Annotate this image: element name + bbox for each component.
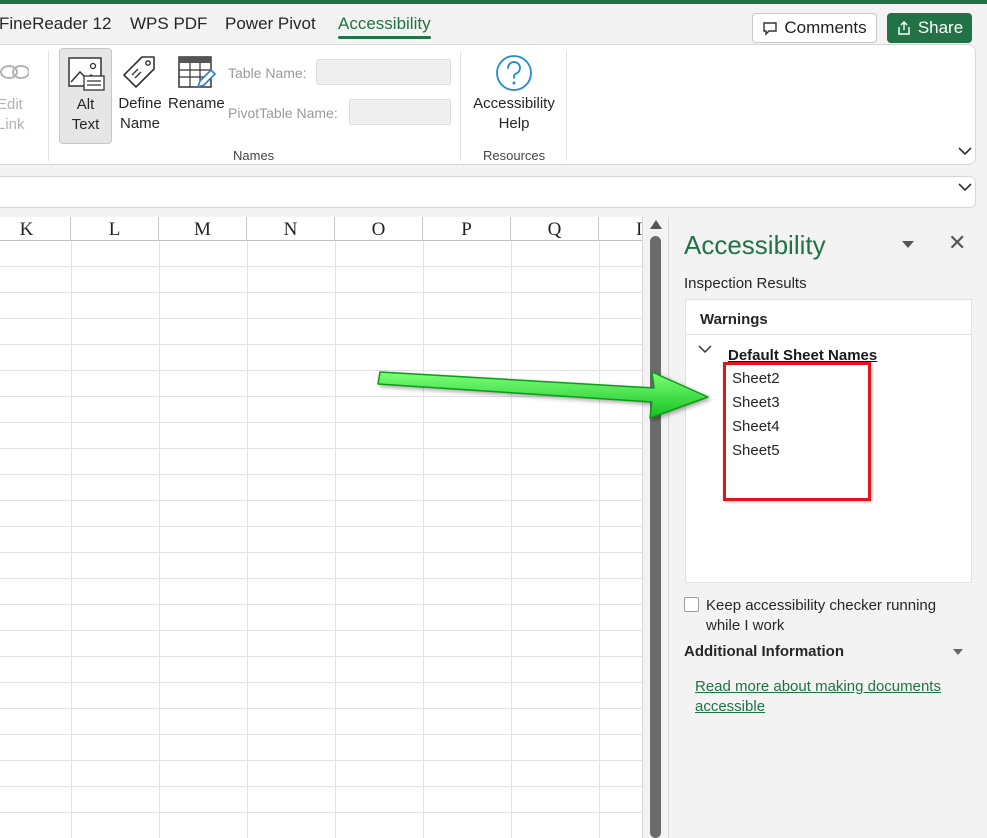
column-header-m[interactable]: M (159, 217, 247, 241)
accessibility-pane: Accessibility ✕ Inspection Results Warni… (668, 217, 987, 838)
annotation-highlight-box (723, 362, 871, 501)
table-rename-icon (178, 56, 216, 89)
cell-area[interactable] (0, 241, 642, 838)
divider (686, 334, 971, 335)
column-header-n[interactable]: N (247, 217, 335, 241)
accessibility-help-label-1: Accessibility (473, 95, 555, 112)
edit-link-button[interactable]: Edit Link (0, 55, 37, 135)
ribbon-separator (566, 51, 567, 161)
ribbon: Edit Link Alt Text Define Name Rename Ta… (0, 44, 976, 165)
alt-text-icon (67, 57, 105, 91)
read-more-link[interactable]: Read more about making documents accessi… (695, 677, 957, 717)
share-label: Share (917, 18, 964, 37)
alt-text-label-2: Text (71, 116, 100, 133)
tab-power-pivot[interactable]: Power Pivot (225, 14, 316, 34)
expand-formula-bar-chevron-icon[interactable] (958, 183, 972, 192)
additional-information-heading[interactable]: Additional Information (684, 643, 844, 660)
scroll-up-arrow-icon[interactable] (650, 220, 662, 229)
column-header-p[interactable]: P (423, 217, 511, 241)
share-button[interactable]: Share (887, 13, 972, 43)
tab-accessibility[interactable]: Accessibility (338, 14, 431, 39)
tab-wps-pdf[interactable]: WPS PDF (130, 14, 207, 34)
inspection-results-label: Inspection Results (684, 275, 807, 292)
vertical-scrollbar[interactable] (648, 220, 663, 838)
pivot-table-name-label: PivotTable Name: (228, 105, 338, 121)
pivot-table-name-input[interactable] (349, 99, 451, 125)
table-name-label: Table Name: (228, 65, 307, 81)
tag-icon (123, 56, 155, 88)
scrollbar-thumb[interactable] (650, 236, 661, 838)
comments-label: Comments (784, 18, 867, 37)
keep-running-label: Keep accessibility checker running while… (706, 597, 937, 634)
worksheet-grid[interactable]: K L M N O P Q I (0, 217, 643, 838)
link-icon (0, 65, 29, 79)
annotation-arrow-icon (377, 371, 709, 419)
column-header-r-partial[interactable]: I (599, 217, 642, 241)
ribbon-separator (460, 51, 461, 161)
pane-options-dropdown-icon[interactable] (902, 241, 914, 248)
column-header-o[interactable]: O (335, 217, 423, 241)
ribbon-tabs: FineReader 12 WPS PDF Power Pivot Access… (0, 4, 987, 44)
close-icon[interactable]: ✕ (948, 232, 966, 254)
accessibility-help-button[interactable]: Accessibility Help (471, 53, 557, 134)
column-header-l[interactable]: L (71, 217, 159, 241)
tab-finereader[interactable]: FineReader 12 (0, 14, 111, 34)
share-icon (898, 21, 910, 35)
rename-label: Rename (168, 95, 225, 112)
chevron-down-icon[interactable] (698, 344, 712, 354)
comment-icon (763, 21, 778, 36)
comments-button[interactable]: Comments (752, 13, 877, 43)
rename-button[interactable]: Rename (168, 53, 225, 114)
pane-title: Accessibility (684, 230, 826, 260)
formula-bar[interactable] (0, 176, 976, 208)
help-icon (496, 55, 532, 91)
define-name-label-2: Name (119, 115, 160, 132)
warnings-heading: Warnings (700, 311, 768, 328)
define-name-button[interactable]: Define Name (115, 53, 165, 134)
table-name-input[interactable] (316, 59, 451, 85)
ribbon-separator (48, 51, 49, 161)
names-group-label: Names (233, 148, 275, 163)
column-headers: K L M N O P Q I (0, 217, 642, 241)
define-name-label-1: Define (118, 95, 162, 112)
alt-text-label-1: Alt (76, 96, 95, 113)
collapse-ribbon-chevron-icon[interactable] (958, 147, 972, 156)
chevron-down-icon[interactable] (953, 649, 963, 655)
column-header-q[interactable]: Q (511, 217, 599, 241)
accessibility-help-label-2: Help (498, 115, 530, 132)
alt-text-button[interactable]: Alt Text (59, 48, 112, 144)
edit-link-label: Edit Link (0, 96, 25, 133)
resources-group-label: Resources (483, 148, 546, 163)
column-header-k[interactable]: K (0, 217, 71, 241)
keep-running-checkbox[interactable] (684, 597, 699, 612)
